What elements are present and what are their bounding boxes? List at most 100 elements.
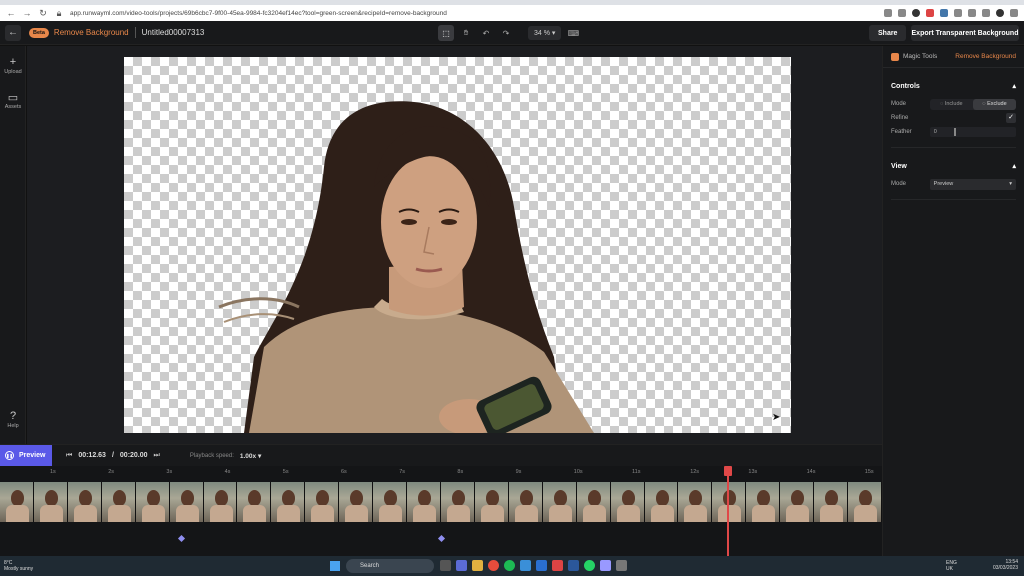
system-clock[interactable]: 13:54 03/03/2023 — [993, 559, 1018, 571]
view-header[interactable]: View ▴ — [891, 159, 1016, 173]
redo-button[interactable]: ↷ — [498, 25, 514, 41]
frame-subject-body — [582, 505, 606, 522]
teams-icon[interactable] — [456, 560, 467, 571]
frame-subject-head — [859, 490, 873, 506]
acrobat-icon[interactable] — [552, 560, 563, 571]
chrome-icon[interactable] — [488, 560, 499, 571]
sidebar-icon[interactable] — [982, 9, 990, 17]
extension-icon[interactable] — [940, 9, 948, 17]
video-preview[interactable] — [124, 57, 791, 433]
beta-badge: Beta — [29, 27, 49, 38]
zoom-dropdown[interactable]: 34 % ▾ — [528, 26, 562, 40]
assets-button[interactable]: ▭ Assets — [0, 91, 26, 110]
exclude-option[interactable]: ◌ Exclude — [972, 98, 1017, 110]
word-icon[interactable] — [536, 560, 547, 571]
outlook-icon[interactable] — [568, 560, 579, 571]
speed-dropdown[interactable]: 1.00x ▾ — [240, 452, 261, 460]
current-time: 00:12.63 — [78, 452, 106, 459]
address-bar[interactable]: app.runwayml.com/video-tools/projects/69… — [70, 10, 490, 17]
filmstrip-frame — [440, 482, 475, 522]
frame-subject-head — [451, 490, 465, 506]
profile-avatar[interactable] — [996, 9, 1004, 17]
chevron-up-icon: ▴ — [1012, 163, 1016, 170]
weather-widget[interactable]: 8°C Mostly sunny — [4, 560, 33, 572]
windows-start-icon[interactable] — [330, 561, 340, 571]
canvas-area[interactable]: ➤ — [27, 46, 882, 444]
keyframe-track[interactable] — [0, 522, 882, 556]
timeline-ruler[interactable]: 1s 2s 3s 4s 5s 6s 7s 8s 9s 10s 11s 12s 13s 14s 15s — [0, 466, 882, 482]
menu-dots-icon[interactable] — [1010, 9, 1018, 17]
keyboard-shortcuts-button[interactable]: ⌨ — [565, 25, 581, 41]
filmstrip-frame — [746, 482, 781, 522]
app-icon[interactable] — [616, 560, 627, 571]
feather-slider[interactable]: 0 — [929, 127, 1016, 137]
share-button[interactable]: Share — [869, 25, 907, 41]
playhead-handle[interactable] — [724, 466, 732, 476]
redo-icon: ↷ — [502, 28, 510, 38]
refine-checkbox[interactable]: ✓ — [1006, 113, 1016, 123]
filmstrip-frame — [610, 482, 645, 522]
controls-header[interactable]: Controls ▴ — [891, 79, 1016, 93]
playback-bar: ❚❚ Preview ⏮ 00:12.63 / 00:20.00 ⏭ Playb… — [0, 444, 882, 467]
spotify-icon[interactable] — [504, 560, 515, 571]
whatsapp-icon[interactable] — [584, 560, 595, 571]
timeline-tick-label: 10s — [573, 469, 583, 475]
keyframe-marker[interactable] — [437, 534, 446, 543]
share-page-icon[interactable] — [884, 9, 892, 17]
app-icon[interactable] — [520, 560, 531, 571]
file-explorer-icon[interactable] — [472, 560, 483, 571]
forward-arrow-icon[interactable]: → — [22, 8, 32, 18]
view-mode-value: Preview — [933, 181, 954, 187]
assets-label: Assets — [4, 104, 22, 110]
frame-subject-body — [650, 505, 674, 522]
search-label: Search — [360, 563, 380, 569]
frame-subject-body — [684, 505, 708, 522]
video-track-filmstrip[interactable] — [0, 482, 882, 522]
skip-forward-icon[interactable]: ⏭ — [154, 452, 160, 460]
include-option[interactable]: ◌ Include — [930, 99, 973, 110]
extension-icon[interactable] — [912, 9, 920, 17]
help-button[interactable]: ? Help — [0, 410, 26, 429]
upload-button[interactable]: + Upload — [0, 56, 26, 75]
reload-icon[interactable]: ↻ — [38, 8, 48, 19]
upload-label: Upload — [4, 69, 22, 75]
view-mode-select[interactable]: Preview ▾ — [929, 178, 1016, 190]
frame-subject-body — [379, 505, 403, 522]
filmstrip-frame — [271, 482, 306, 522]
hand-icon: ✋︎ — [463, 28, 469, 37]
keyframe-marker[interactable] — [177, 534, 186, 543]
language-indicator[interactable]: ENG UK — [946, 560, 957, 572]
puzzle-icon[interactable] — [968, 9, 976, 17]
frame-subject-body — [413, 505, 437, 522]
filmstrip-frame — [644, 482, 679, 522]
speed-label: Playback speed: — [189, 452, 234, 459]
back-button[interactable]: ← — [5, 24, 21, 41]
filmstrip-frame — [135, 482, 170, 522]
extension-icon[interactable] — [926, 9, 934, 17]
magic-tools-link[interactable]: Magic Tools — [903, 53, 937, 60]
task-view-icon[interactable] — [440, 560, 451, 571]
back-arrow-icon[interactable]: ← — [6, 8, 16, 18]
pan-tool-button[interactable]: ✋︎ — [458, 25, 474, 41]
slider-handle[interactable] — [953, 128, 956, 136]
view-title: View — [891, 162, 907, 170]
export-button[interactable]: Export Transparent Background — [911, 25, 1019, 41]
frame-subject-body — [141, 505, 165, 522]
playhead-line — [727, 476, 729, 556]
skip-back-icon[interactable]: ⏮ — [66, 452, 72, 460]
frame-subject-head — [316, 490, 330, 506]
project-name[interactable]: Untitled00007313 — [142, 28, 205, 37]
bookmark-star-icon[interactable] — [898, 9, 906, 17]
after-effects-icon[interactable] — [600, 560, 611, 571]
exclude-label: Exclude — [987, 101, 1007, 107]
timeline-tick-label: 4s — [224, 469, 231, 475]
frame-subject-body — [243, 505, 267, 522]
extension-icon[interactable] — [954, 9, 962, 17]
undo-button[interactable]: ↶ — [478, 25, 494, 41]
frame-subject-head — [485, 490, 499, 506]
taskbar-search[interactable]: Search — [346, 559, 434, 573]
preview-button[interactable]: ❚❚ Preview — [0, 444, 52, 467]
browser-toolbar: ← → ↻ 🔒︎ app.runwayml.com/video-tools/pr… — [0, 5, 1024, 21]
select-tool-button[interactable]: ⬚ — [438, 25, 454, 41]
keyboard-icon: ⌨ — [567, 28, 580, 38]
